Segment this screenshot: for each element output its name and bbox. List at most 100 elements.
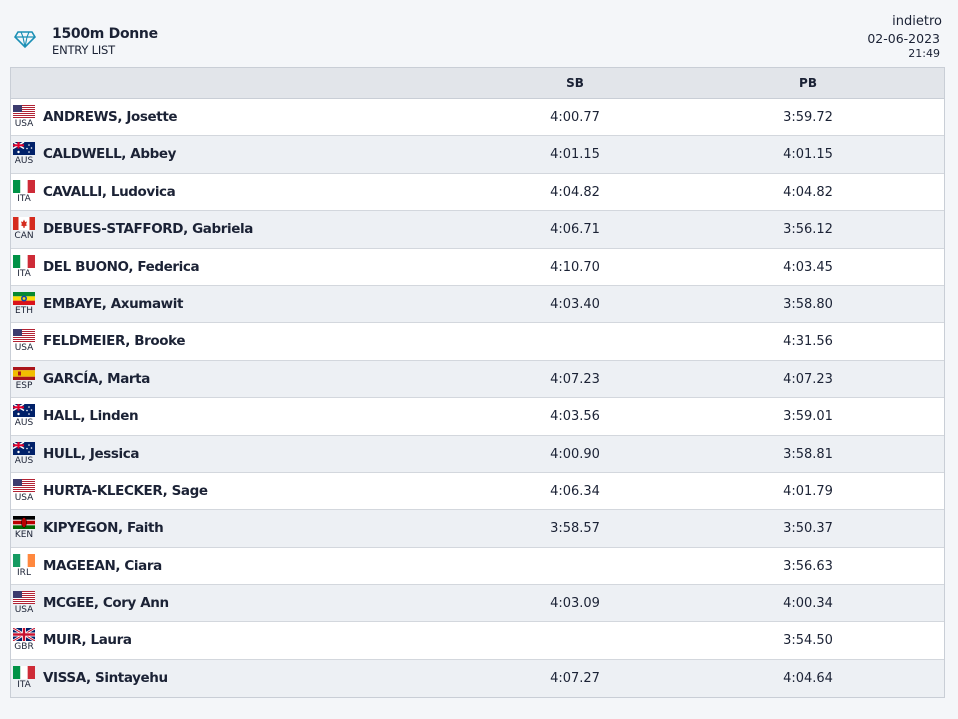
athlete-name[interactable]: DEBUES-STAFFORD, Gabriela: [43, 221, 253, 237]
athlete-name[interactable]: MUIR, Laura: [43, 632, 132, 648]
time-label: 21:49: [908, 47, 940, 60]
country-code: ETH: [15, 305, 33, 316]
personal-best: 4:04.82: [783, 184, 833, 200]
country-code: USA: [14, 492, 34, 503]
page-title: 1500m Donne: [52, 26, 158, 42]
table-header: SB PB: [11, 68, 944, 99]
athlete-name[interactable]: KIPYEGON, Faith: [43, 520, 164, 536]
athlete-name[interactable]: MCGEE, Cory Ann: [43, 595, 169, 611]
ita-flag-icon: [13, 254, 35, 268]
country-code: USA: [14, 343, 34, 354]
column-header-sb: SB: [566, 76, 584, 90]
country-code: ITA: [17, 679, 31, 690]
country-code: ITA: [17, 193, 31, 204]
esp-flag-icon: [13, 366, 35, 380]
country-code: USA: [14, 119, 34, 129]
athlete-name[interactable]: ANDREWS, Josette: [43, 109, 178, 125]
personal-best: 4:03.45: [783, 259, 833, 275]
table-row[interactable]: USA MCGEE, Cory Ann 4:03.09 4:00.34: [11, 585, 944, 623]
season-best: 4:03.09: [550, 596, 600, 612]
country-code: ESP: [15, 380, 33, 391]
table-row[interactable]: USA ANDREWS, Josette 4:00.77 3:59.72: [11, 99, 944, 137]
page-header: 1500m Donne ENTRY LIST indietro 02-06-20…: [0, 0, 958, 68]
season-best: 4:03.56: [550, 409, 600, 425]
table-row[interactable]: AUS HULL, Jessica 4:00.90 3:58.81: [11, 435, 944, 473]
country-code: KEN: [14, 530, 34, 541]
table-row[interactable]: CAN DEBUES-STAFFORD, Gabriela 4:06.71 3:56.…: [11, 211, 944, 249]
season-best: 3:58.57: [550, 521, 600, 537]
usa-flag-icon: [13, 329, 35, 343]
season-best: 4:00.77: [550, 110, 600, 125]
athlete-name[interactable]: DEL BUONO, Federica: [43, 259, 200, 275]
table-row[interactable]: ESP GARCÍA, Marta 4:07.23 4:07.23: [11, 360, 944, 399]
eth-flag-icon: [13, 291, 35, 305]
country-code: GBR: [14, 642, 34, 653]
usa-flag-icon: [13, 478, 35, 492]
athlete-name[interactable]: HURTA-KLECKER, Sage: [43, 483, 208, 499]
table-row[interactable]: KEN KIPYEGON, Faith 3:58.57 3:50.37: [11, 510, 944, 548]
country-code: AUS: [14, 418, 34, 429]
season-best: 4:06.71: [550, 222, 600, 238]
country-code: USA: [14, 605, 34, 616]
personal-best: 3:59.72: [783, 110, 833, 125]
table-row[interactable]: AUS CALDWELL, Abbey 4:01.15 4:01.15: [11, 136, 944, 174]
irl-flag-icon: [13, 553, 35, 567]
athlete-name[interactable]: CALDWELL, Abbey: [43, 146, 176, 162]
season-best: 4:01.15: [550, 147, 600, 163]
diamond-icon: [14, 31, 36, 49]
gbr-flag-icon: [13, 628, 35, 642]
athlete-name[interactable]: CAVALLI, Ludovica: [43, 184, 176, 200]
personal-best: 4:01.15: [783, 147, 833, 163]
athlete-name[interactable]: MAGEEAN, Ciara: [43, 558, 162, 574]
column-header-pb: PB: [799, 76, 817, 90]
table-row[interactable]: IRL MAGEEAN, Ciara 3:56.63: [11, 547, 944, 586]
table-body: USA ANDREWS, Josette 4:00.77 3:59.72 AUS CALD…: [11, 99, 944, 698]
aus-flag-icon: [13, 404, 35, 418]
athlete-name[interactable]: VISSA, Sintayehu: [43, 670, 168, 686]
table-row[interactable]: ITA DEL BUONO, Federica 4:10.70 4:03.45: [11, 248, 944, 286]
season-best: 4:07.27: [550, 670, 600, 686]
ken-flag-icon: [13, 516, 35, 530]
aus-flag-icon: [13, 142, 35, 156]
page-subtitle: ENTRY LIST: [52, 43, 115, 57]
personal-best: 3:56.12: [783, 222, 833, 238]
season-best: 4:06.34: [550, 483, 600, 499]
athlete-name[interactable]: GARCÍA, Marta: [43, 371, 150, 387]
season-best: 4:04.82: [550, 184, 600, 200]
season-best: 4:10.70: [550, 259, 600, 275]
table-row[interactable]: USA HURTA-KLECKER, Sage 4:06.34 4:01.79: [11, 472, 944, 511]
table-row[interactable]: ETH EMBAYE, Axumawit 4:03.40 3:58.80: [11, 285, 944, 324]
table-row[interactable]: ITA VISSA, Sintayehu 4:07.27 4:04.64: [11, 659, 944, 698]
athlete-name[interactable]: EMBAYE, Axumawit: [43, 296, 183, 312]
personal-best: 3:54.50: [783, 633, 833, 649]
country-code: ITA: [17, 268, 31, 279]
country-code: IRL: [17, 567, 31, 578]
season-best: 4:03.40: [550, 296, 600, 312]
personal-best: 3:56.63: [783, 558, 833, 574]
personal-best: 3:59.01: [783, 409, 833, 425]
country-code: AUS: [14, 156, 34, 167]
personal-best: 4:07.23: [783, 371, 833, 387]
entry-list-table: SB PB USA ANDREWS, Josette 4:00.77 3:59.72 A…: [10, 67, 945, 699]
season-best: 4:00.90: [550, 446, 600, 462]
country-code: CAN: [14, 231, 34, 242]
table-row[interactable]: GBR MUIR, Laura 3:54.50: [11, 622, 944, 660]
athlete-name[interactable]: HALL, Linden: [43, 408, 139, 424]
date-label: 02-06-2023: [867, 31, 940, 46]
personal-best: 4:04.64: [783, 670, 833, 686]
personal-best: 4:00.34: [783, 596, 833, 612]
personal-best: 3:58.80: [783, 296, 833, 312]
usa-flag-icon: [13, 591, 35, 605]
ita-flag-icon: [13, 665, 35, 679]
athlete-name[interactable]: FELDMEIER, Brooke: [43, 333, 186, 349]
table-row[interactable]: ITA CAVALLI, Ludovica 4:04.82 4:04.82: [11, 173, 944, 212]
season-best: 4:07.23: [550, 371, 600, 387]
back-link[interactable]: indietro: [892, 14, 942, 29]
aus-flag-icon: [13, 441, 35, 455]
personal-best: 4:31.56: [783, 334, 833, 350]
table-row[interactable]: AUS HALL, Linden 4:03.56 3:59.01: [11, 398, 944, 436]
table-row[interactable]: USA FELDMEIER, Brooke 4:31.56: [11, 323, 944, 361]
athlete-name[interactable]: HULL, Jessica: [43, 446, 139, 462]
personal-best: 4:01.79: [783, 483, 833, 499]
country-code: AUS: [14, 455, 34, 466]
